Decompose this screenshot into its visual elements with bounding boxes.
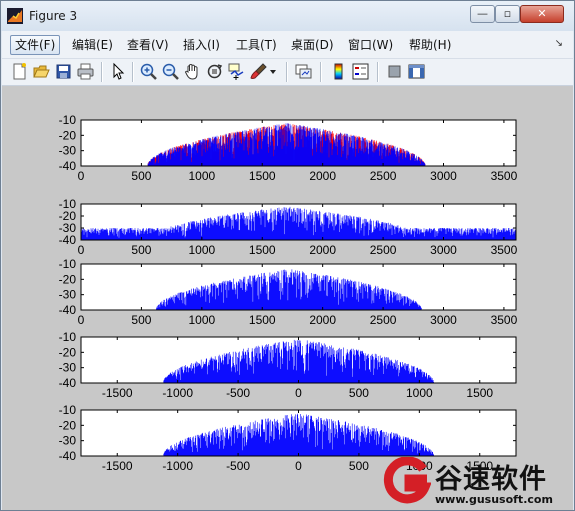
y-tick-label: -30 [59,361,77,375]
toolbar-separator [101,62,102,82]
brush-icon[interactable] [249,62,268,81]
x-tick-label: 0 [78,169,85,183]
open-file-icon[interactable] [32,62,51,81]
pan-hand-icon[interactable] [183,62,202,81]
figure-canvas: 0 500 1000 1500 2000 2500 3000 3500 -10 -20 -30 -40… [2,86,573,510]
y-tick-label: -10 [59,257,77,271]
y-tick-label: -40 [59,303,77,317]
x-tick-label: 3000 [430,243,457,257]
x-tick-label: 500 [131,243,151,257]
watermark: 谷速软件 www.gususoft.com [383,457,575,511]
y-tick-label: -30 [59,288,77,302]
x-tick-label: 0 [295,459,302,473]
x-tick-label: 3000 [430,169,457,183]
show-plot-tools-icon[interactable] [407,62,426,81]
x-tick-label: 2500 [370,313,397,327]
menu-tools[interactable]: 工具(T) [232,35,281,55]
y-tick-label: -40 [59,449,77,463]
watermark-brand: 谷速软件 [435,464,547,495]
gususoft-logo [383,457,431,504]
matlab-figure-icon [7,8,23,24]
x-tick-label: -500 [226,386,250,400]
subplots: 0 500 1000 1500 2000 2500 3000 3500-10-20-30-40… [59,113,518,473]
x-tick-label: 0 [78,243,85,257]
x-tick-label: 2000 [309,243,336,257]
figure-toolbar [2,59,573,86]
x-tick-label: 500 [349,459,369,473]
y-tick-label: -20 [59,418,77,432]
x-tick-label: -1000 [162,459,193,473]
watermark-url: www.gususoft.com [435,493,553,506]
y-tick-label: -10 [59,113,77,127]
x-tick-label: 2500 [370,243,397,257]
brush-dropdown-icon[interactable] [268,62,278,81]
menu-view[interactable]: 查看(V) [123,35,173,55]
title-bar[interactable]: Figure 3 — ▫ ✕ [1,1,574,31]
x-tick-label: 2500 [370,169,397,183]
menu-file[interactable]: 文件(F) [10,35,61,55]
x-tick-label: 1500 [249,313,276,327]
toolbar-separator [286,62,287,82]
toolbar-separator [132,62,133,82]
x-tick-label: 1000 [188,169,215,183]
y-tick-label: -30 [59,434,77,448]
link-plot-icon[interactable] [294,62,313,81]
y-tick-label: -40 [59,159,77,173]
x-tick-label: 3000 [430,313,457,327]
x-tick-label: 1000 [188,243,215,257]
x-tick-label: 0 [78,313,85,327]
x-tick-label: 0 [295,386,302,400]
zoom-in-icon[interactable] [139,62,158,81]
hide-plot-tools-icon[interactable] [385,62,404,81]
maximize-button[interactable]: ▫ [495,5,520,23]
print-icon[interactable] [76,62,95,81]
rotate-3d-icon[interactable] [205,62,224,81]
y-tick-label: -20 [59,345,77,359]
save-icon[interactable] [54,62,73,81]
toolbar-separator [320,62,321,82]
x-tick-label: 2000 [309,313,336,327]
x-tick-label: 2000 [309,169,336,183]
y-tick-label: -10 [59,403,77,417]
x-tick-label: 500 [131,169,151,183]
menu-desktop[interactable]: 桌面(D) [287,35,338,55]
x-tick-label: -1000 [162,386,193,400]
y-tick-label: -20 [59,272,77,286]
y-tick-label: -20 [59,128,77,142]
x-tick-label: 500 [349,386,369,400]
close-button[interactable]: ✕ [520,5,564,23]
x-tick-label: 1000 [406,386,433,400]
edit-plot-arrow-icon[interactable] [108,62,127,81]
x-tick-label: -1500 [102,459,133,473]
x-tick-label: -1500 [102,386,133,400]
y-tick-label: -40 [59,376,77,390]
y-tick-label: -30 [59,144,77,158]
minimize-button[interactable]: — [470,5,495,23]
x-tick-label: 3500 [491,313,518,327]
insert-colorbar-icon[interactable] [329,62,348,81]
zoom-out-icon[interactable] [161,62,180,81]
figure-window: Figure 3 — ▫ ✕ 文件(F) 编辑(E) 查看(V) 插入(I) 工… [0,0,575,511]
window-title: Figure 3 [29,9,78,23]
data-cursor-icon[interactable] [227,62,246,81]
new-figure-icon[interactable] [10,62,29,81]
menu-help[interactable]: 帮助(H) [405,35,455,55]
insert-legend-icon[interactable] [351,62,370,81]
toolbar-separator [377,62,378,82]
y-tick-label: -40 [59,233,77,247]
x-tick-label: 1500 [249,169,276,183]
x-tick-label: 1000 [188,313,215,327]
menu-edit[interactable]: 编辑(E) [68,35,117,55]
x-tick-label: 1500 [249,243,276,257]
x-tick-label: 500 [131,313,151,327]
menu-bar: 文件(F) 编辑(E) 查看(V) 插入(I) 工具(T) 桌面(D) 窗口(W… [2,31,573,59]
x-tick-label: 1500 [466,386,493,400]
x-tick-label: 3500 [491,243,518,257]
menu-window[interactable]: 窗口(W) [344,35,397,55]
menu-dock-arrow-icon[interactable]: ↘ [555,38,563,49]
menu-insert[interactable]: 插入(I) [179,35,224,55]
x-tick-label: 3500 [491,169,518,183]
y-tick-label: -10 [59,330,77,344]
x-tick-label: -500 [226,459,250,473]
